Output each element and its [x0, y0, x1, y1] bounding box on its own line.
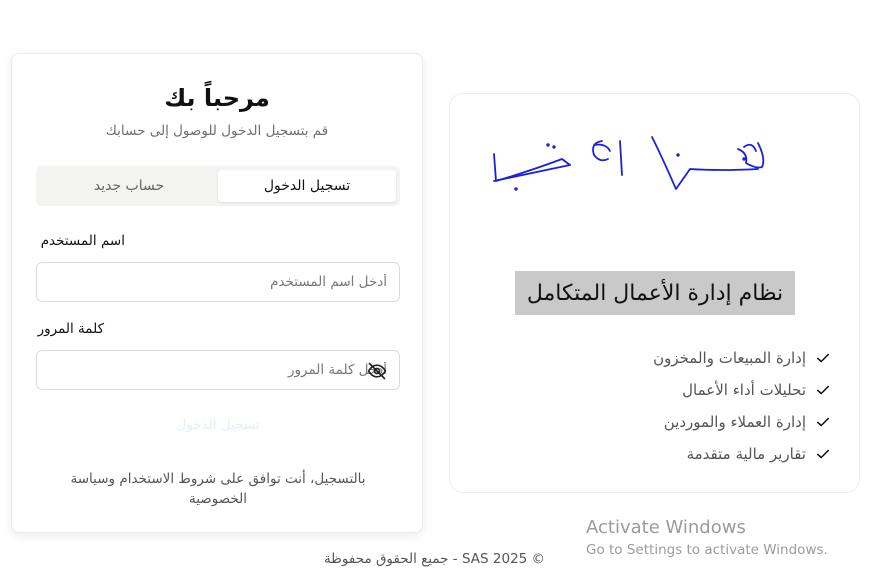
username-label: اسم المستخدم	[40, 233, 125, 249]
password-field-box	[36, 350, 400, 390]
feature-label: تقارير مالية متقدمة	[686, 445, 806, 463]
login-title: مرحباً بك	[164, 84, 270, 112]
feature-title: نظام إدارة الأعمال المتكامل	[515, 271, 795, 315]
terms-text: بالتسجيل، أنت توافق على شروط الاستخدام و…	[70, 471, 366, 507]
feature-item: إدارة المبيعات والمخزون	[630, 342, 830, 374]
feature-item: تحليلات أداء الأعمال	[630, 374, 830, 406]
username-field-box	[36, 262, 400, 302]
tab-login[interactable]: تسجيل الدخول	[218, 170, 396, 202]
signature-logo	[490, 129, 780, 203]
check-icon	[816, 417, 830, 427]
password-input[interactable]	[37, 351, 399, 389]
feature-label: إدارة العملاء والموردين	[663, 413, 806, 431]
password-label: كلمة المرور	[37, 321, 104, 337]
username-input[interactable]	[37, 263, 399, 301]
check-icon	[816, 385, 830, 395]
login-subtitle: قم بتسجيل الدخول للوصول إلى حسابك	[105, 123, 329, 139]
activate-windows-title: Activate Windows	[586, 517, 746, 538]
check-icon	[816, 353, 830, 363]
login-submit-button[interactable]: تسجيل الدخول	[36, 409, 400, 441]
login-card: مرحباً بك قم بتسجيل الدخول للوصول إلى حس…	[11, 53, 423, 533]
eye-off-icon[interactable]	[367, 361, 387, 381]
feature-label: تحليلات أداء الأعمال	[682, 381, 806, 399]
feature-label: إدارة المبيعات والمخزون	[653, 349, 806, 367]
footer-copyright: © SAS 2025 - جميع الحقوق محفوظة	[323, 551, 546, 567]
tab-register[interactable]: حساب جديد	[40, 170, 218, 202]
check-icon	[816, 449, 830, 459]
feature-item: تقارير مالية متقدمة	[630, 438, 830, 470]
feature-list: إدارة المبيعات والمخزون تحليلات أداء الأ…	[630, 342, 830, 470]
feature-item: إدارة العملاء والموردين	[630, 406, 830, 438]
feature-card: نظام إدارة الأعمال المتكامل إدارة المبيع…	[449, 93, 860, 493]
auth-tabs: تسجيل الدخول حساب جديد	[36, 166, 400, 206]
page: مرحباً بك قم بتسجيل الدخول للوصول إلى حس…	[0, 0, 869, 585]
